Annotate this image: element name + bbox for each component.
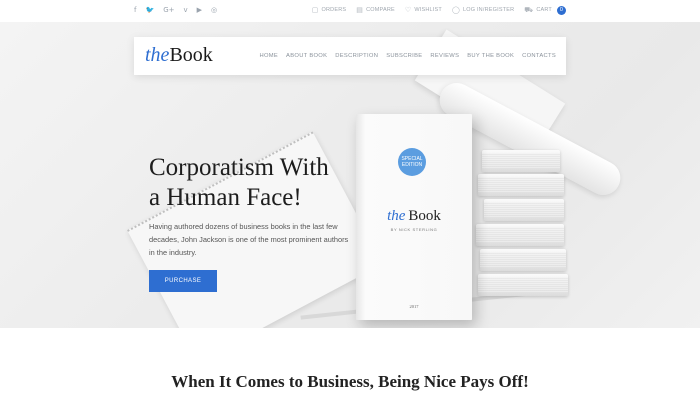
compare-link[interactable]: ▤ COMPARE bbox=[356, 5, 395, 15]
twitter-icon[interactable]: 🐦 bbox=[145, 6, 154, 15]
nav-description[interactable]: DESCRIPTION bbox=[335, 51, 378, 61]
nav-home[interactable]: HOME bbox=[259, 51, 278, 61]
top-utility-bar: f 🐦 G+ v ▶ ◎ ▢ ORDERS ▤ COMPARE ♡ WISHLI… bbox=[0, 0, 700, 22]
logo-the: the bbox=[145, 44, 170, 66]
hero-headline-line-1: Corporatism With bbox=[149, 154, 329, 181]
cart-icon: ⛟ bbox=[524, 6, 534, 14]
badge-line-2: EDITION bbox=[401, 162, 423, 168]
cart-count-badge: 0 bbox=[557, 5, 566, 15]
utility-links: ▢ ORDERS ▤ COMPARE ♡ WISHLIST ◯ LOG IN/R… bbox=[312, 5, 566, 15]
logo-book: Book bbox=[169, 44, 213, 66]
cover-author: BY NICK STERLING bbox=[390, 227, 438, 232]
purchase-button[interactable]: PURCHASE bbox=[149, 270, 217, 292]
compare-icon: ▤ bbox=[356, 6, 364, 14]
login-register-label: LOG IN/REGISTER bbox=[463, 7, 515, 13]
special-edition-badge: SPECIAL EDITION bbox=[398, 148, 426, 176]
vimeo-icon[interactable]: v bbox=[183, 6, 187, 15]
nav-buy-the-book[interactable]: BUY THE BOOK bbox=[467, 51, 514, 61]
cover-title: the Book bbox=[356, 208, 472, 225]
orders-link[interactable]: ▢ ORDERS bbox=[312, 5, 347, 15]
cart-link[interactable]: ⛟ CART 0 bbox=[524, 5, 566, 15]
social-links: f 🐦 G+ v ▶ ◎ bbox=[134, 6, 217, 15]
site-logo[interactable]: theBook bbox=[145, 44, 213, 67]
facebook-icon[interactable]: f bbox=[134, 6, 136, 15]
wishlist-label: WISHLIST bbox=[414, 7, 442, 13]
section-title: When It Comes to Business, Being Nice Pa… bbox=[171, 372, 529, 391]
book-cover-image: SPECIAL EDITION the Book BY NICK STERLING… bbox=[356, 114, 472, 320]
nav-subscribe[interactable]: SUBSCRIBE bbox=[386, 51, 422, 61]
nav-contacts[interactable]: CONTACTS bbox=[522, 51, 556, 61]
cover-year: 2017 bbox=[409, 304, 419, 309]
compare-label: COMPARE bbox=[366, 7, 395, 13]
cover-title-book: Book bbox=[408, 208, 441, 224]
google-plus-icon[interactable]: G+ bbox=[163, 6, 174, 15]
youtube-icon[interactable]: ▶ bbox=[197, 6, 202, 15]
hero-headline: Corporatism With a Human Face! bbox=[149, 153, 359, 213]
site-header: theBook HOME ABOUT BOOK DESCRIPTION SUBS… bbox=[134, 37, 566, 75]
nav-reviews[interactable]: REVIEWS bbox=[430, 51, 459, 61]
nav-about-book[interactable]: ABOUT BOOK bbox=[286, 51, 327, 61]
login-register-link[interactable]: ◯ LOG IN/REGISTER bbox=[452, 5, 514, 15]
dribbble-icon[interactable]: ◎ bbox=[211, 6, 217, 15]
orders-label: ORDERS bbox=[321, 7, 347, 13]
user-icon: ◯ bbox=[451, 6, 460, 14]
wishlist-link[interactable]: ♡ WISHLIST bbox=[405, 5, 442, 15]
heart-icon: ♡ bbox=[404, 6, 412, 14]
receipt-icon: ▢ bbox=[311, 6, 319, 14]
main-nav: HOME ABOUT BOOK DESCRIPTION SUBSCRIBE RE… bbox=[259, 51, 556, 61]
cart-label: CART bbox=[536, 7, 552, 13]
hero-intro-text: Having authored dozens of business books… bbox=[149, 222, 349, 257]
cover-title-the: the bbox=[387, 208, 406, 224]
hero-headline-line-2: a Human Face! bbox=[149, 184, 302, 211]
